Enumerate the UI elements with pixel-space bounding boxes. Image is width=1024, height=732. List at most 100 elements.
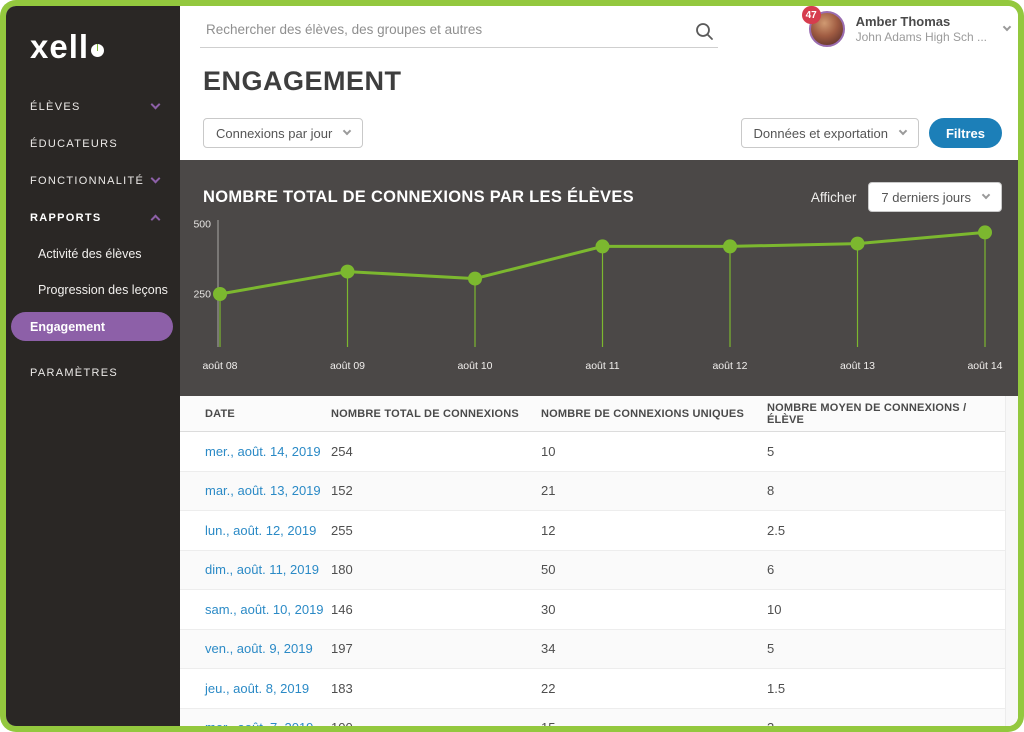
metric-dropdown[interactable]: Connexions par jour bbox=[203, 118, 363, 148]
total-connections-cell: 152 bbox=[331, 483, 541, 498]
sidebar-subitem-activite-des-eleves[interactable]: Activité des élèves bbox=[6, 236, 180, 272]
svg-text:250: 250 bbox=[193, 289, 211, 301]
date-link[interactable]: mer., août. 7, 2019 bbox=[205, 720, 331, 726]
app-frame: xell ÉLÈVES ÉDUCATEURS FONCTIONNALITÉ RA… bbox=[0, 0, 1024, 732]
notification-badge: 47 bbox=[802, 6, 821, 24]
column-header-total: NOMBRE TOTAL DE CONNEXIONS bbox=[331, 408, 541, 420]
chart-header: NOMBRE TOTAL DE CONNEXIONS PAR LES ÉLÈVE… bbox=[203, 182, 1002, 212]
average-connections-cell: 5 bbox=[767, 444, 1005, 459]
date-range-value: 7 derniers jours bbox=[881, 190, 971, 205]
svg-text:août 10: août 10 bbox=[457, 360, 492, 372]
filters-button[interactable]: Filtres bbox=[929, 118, 1002, 148]
page-title: ENGAGEMENT bbox=[203, 66, 402, 97]
table-row: sam., août. 10, 2019 146 30 10 bbox=[180, 590, 1005, 630]
metric-dropdown-value: Connexions par jour bbox=[216, 126, 332, 141]
average-connections-cell: 2.5 bbox=[767, 523, 1005, 538]
date-link[interactable]: jeu., août. 8, 2019 bbox=[205, 681, 331, 696]
search-input[interactable] bbox=[200, 14, 670, 43]
average-connections-cell: 8 bbox=[767, 483, 1005, 498]
sidebar-subitem-progression-des-lecons[interactable]: Progression des leçons bbox=[6, 272, 180, 308]
search-bar bbox=[200, 14, 718, 48]
table-row: mar., août. 13, 2019 152 21 8 bbox=[180, 472, 1005, 512]
table-row: mer., août. 14, 2019 254 10 5 bbox=[180, 432, 1005, 472]
chart-title: NOMBRE TOTAL DE CONNEXIONS PAR LES ÉLÈVE… bbox=[203, 188, 634, 207]
sidebar-subitem-engagement-selected[interactable]: Engagement bbox=[11, 312, 173, 341]
engagement-table-body: mer., août. 14, 2019 254 10 5 mar., août… bbox=[180, 432, 1005, 726]
avatar-wrap: 47 bbox=[809, 11, 845, 47]
unique-connections-cell: 12 bbox=[541, 523, 767, 538]
user-info: Amber Thomas John Adams High Sch ... bbox=[856, 14, 987, 45]
chevron-down-icon bbox=[982, 191, 990, 199]
user-name: Amber Thomas bbox=[856, 14, 987, 30]
svg-text:août 08: août 08 bbox=[202, 360, 237, 372]
date-link[interactable]: dim., août. 11, 2019 bbox=[205, 562, 331, 577]
sidebar-subitem-label: Activité des élèves bbox=[38, 247, 142, 261]
main-content: 47 Amber Thomas John Adams High Sch ... … bbox=[180, 6, 1018, 726]
logo-text: xell bbox=[30, 28, 89, 66]
logo-o-icon bbox=[91, 44, 104, 57]
xello-logo[interactable]: xell bbox=[30, 26, 180, 68]
sidebar-item-rapports[interactable]: RAPPORTS bbox=[6, 199, 180, 236]
total-connections-cell: 180 bbox=[331, 562, 541, 577]
sidebar-item-parametres[interactable]: PARAMÈTRES bbox=[6, 354, 180, 391]
scrollbar-track[interactable] bbox=[1005, 396, 1018, 726]
chevron-down-icon bbox=[151, 100, 161, 110]
column-header-date: DATE bbox=[205, 408, 331, 420]
average-connections-cell: 3 bbox=[767, 720, 1005, 726]
total-connections-cell: 255 bbox=[331, 523, 541, 538]
export-dropdown-value: Données et exportation bbox=[754, 126, 888, 141]
sidebar-subitem-label: Engagement bbox=[30, 320, 105, 334]
toolbar-right: Données et exportation Filtres bbox=[741, 118, 1002, 148]
sidebar-item-label: ÉLÈVES bbox=[30, 101, 81, 113]
chevron-up-icon bbox=[151, 215, 161, 225]
chevron-down-icon bbox=[151, 174, 161, 184]
date-link[interactable]: mer., août. 14, 2019 bbox=[205, 444, 331, 459]
average-connections-cell: 6 bbox=[767, 562, 1005, 577]
chart-range-controls: Afficher 7 derniers jours bbox=[811, 182, 1002, 212]
sidebar-subitem-label: Progression des leçons bbox=[38, 283, 168, 297]
total-connections-cell: 100 bbox=[331, 720, 541, 726]
show-label: Afficher bbox=[811, 190, 857, 205]
app-window: xell ÉLÈVES ÉDUCATEURS FONCTIONNALITÉ RA… bbox=[6, 6, 1018, 726]
total-connections-cell: 197 bbox=[331, 641, 541, 656]
sidebar-nav: ÉLÈVES ÉDUCATEURS FONCTIONNALITÉ RAPPORT… bbox=[6, 88, 180, 391]
date-link[interactable]: sam., août. 10, 2019 bbox=[205, 602, 331, 617]
table-header-row: DATE NOMBRE TOTAL DE CONNEXIONS NOMBRE D… bbox=[180, 396, 1005, 432]
export-dropdown[interactable]: Données et exportation bbox=[741, 118, 919, 148]
unique-connections-cell: 15 bbox=[541, 720, 767, 726]
unique-connections-cell: 50 bbox=[541, 562, 767, 577]
sidebar-item-eleves[interactable]: ÉLÈVES bbox=[6, 88, 180, 125]
svg-text:août 09: août 09 bbox=[330, 360, 365, 372]
engagement-table: DATE NOMBRE TOTAL DE CONNEXIONS NOMBRE D… bbox=[180, 396, 1005, 726]
chevron-down-icon bbox=[343, 127, 351, 135]
date-link[interactable]: lun., août. 12, 2019 bbox=[205, 523, 331, 538]
sidebar-item-label: FONCTIONNALITÉ bbox=[30, 175, 144, 187]
date-range-dropdown[interactable]: 7 derniers jours bbox=[868, 182, 1002, 212]
svg-text:août 11: août 11 bbox=[585, 360, 619, 372]
date-link[interactable]: mar., août. 13, 2019 bbox=[205, 483, 331, 498]
toolbar-left: Connexions par jour bbox=[203, 118, 363, 148]
column-header-unique: NOMBRE DE CONNEXIONS UNIQUES bbox=[541, 408, 767, 420]
table-row: lun., août. 12, 2019 255 12 2.5 bbox=[180, 511, 1005, 551]
user-menu[interactable]: 47 Amber Thomas John Adams High Sch ... bbox=[809, 11, 1010, 47]
table-row: ven., août. 9, 2019 197 34 5 bbox=[180, 630, 1005, 670]
column-header-average: NOMBRE MOYEN DE CONNEXIONS / ÉLÈVE bbox=[767, 402, 1005, 426]
unique-connections-cell: 30 bbox=[541, 602, 767, 617]
table-row: dim., août. 11, 2019 180 50 6 bbox=[180, 551, 1005, 591]
date-link[interactable]: ven., août. 9, 2019 bbox=[205, 641, 331, 656]
average-connections-cell: 5 bbox=[767, 641, 1005, 656]
sidebar-item-educateurs[interactable]: ÉDUCATEURS bbox=[6, 125, 180, 162]
unique-connections-cell: 21 bbox=[541, 483, 767, 498]
unique-connections-cell: 10 bbox=[541, 444, 767, 459]
sidebar-item-label: PARAMÈTRES bbox=[30, 367, 118, 379]
svg-text:500: 500 bbox=[193, 219, 211, 231]
total-connections-cell: 254 bbox=[331, 444, 541, 459]
sidebar-item-fonctionnalite[interactable]: FONCTIONNALITÉ bbox=[6, 162, 180, 199]
table-row: jeu., août. 8, 2019 183 22 1.5 bbox=[180, 669, 1005, 709]
unique-connections-cell: 22 bbox=[541, 681, 767, 696]
search-icon[interactable] bbox=[695, 22, 714, 46]
average-connections-cell: 10 bbox=[767, 602, 1005, 617]
logo-o-green-fill bbox=[97, 44, 98, 51]
user-organization: John Adams High Sch ... bbox=[856, 30, 987, 45]
table-row: mer., août. 7, 2019 100 15 3 bbox=[180, 709, 1005, 727]
